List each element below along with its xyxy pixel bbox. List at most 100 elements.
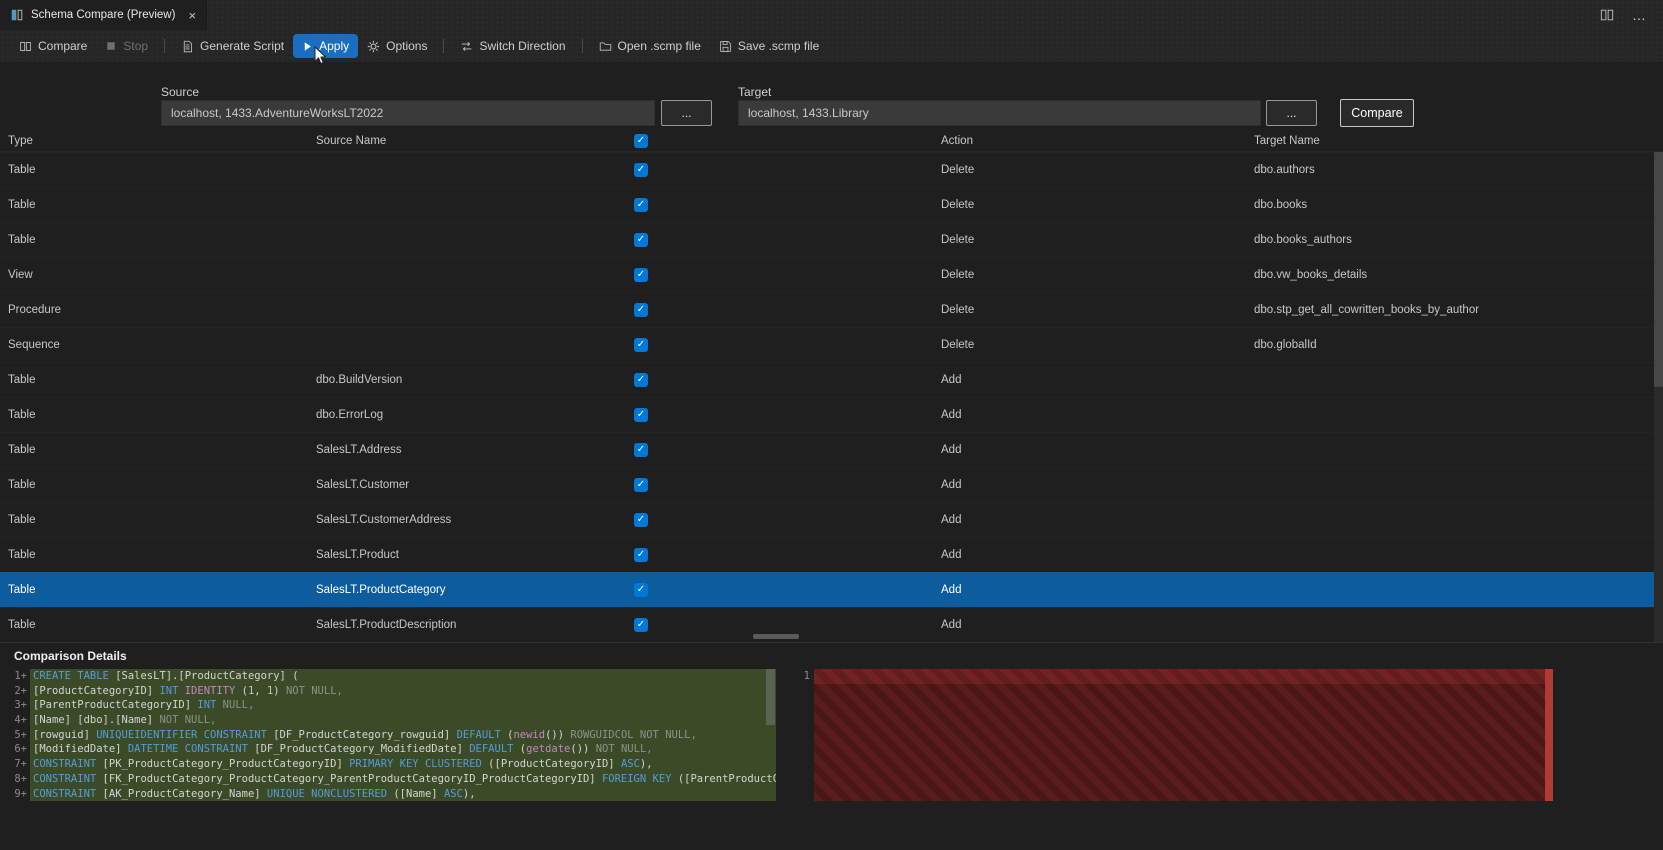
row-source-name: SalesLT.ProductDescription bbox=[316, 619, 457, 631]
checkbox-checked-icon: ✓ bbox=[634, 478, 648, 492]
apply-button[interactable]: Apply bbox=[293, 34, 359, 58]
grid-row[interactable]: Table SalesLT.Address ✓ Add bbox=[0, 432, 1663, 467]
row-include-checkbox[interactable]: ✓ bbox=[616, 548, 666, 562]
row-target-name: dbo.stp_get_all_cowritten_books_by_autho… bbox=[1254, 304, 1480, 316]
row-include-checkbox[interactable]: ✓ bbox=[616, 408, 666, 422]
source-browse-button[interactable]: ... bbox=[661, 100, 712, 126]
grid-row[interactable]: Table SalesLT.ProductCategory ✓ Add bbox=[0, 572, 1663, 607]
row-target-name: dbo.books bbox=[1254, 199, 1308, 211]
generate-script-button[interactable]: Generate Script bbox=[172, 34, 293, 58]
row-include-checkbox[interactable]: ✓ bbox=[616, 338, 666, 352]
save-scmp-button[interactable]: Save .scmp file bbox=[710, 34, 828, 58]
row-action: Delete bbox=[941, 339, 975, 351]
diff-scrollbar-thumb[interactable] bbox=[766, 669, 775, 725]
row-source-name: SalesLT.Address bbox=[316, 444, 402, 456]
vertical-scrollbar-thumb[interactable] bbox=[1654, 152, 1663, 387]
code-line: 6+ [ModifiedDate] DATETIME CONSTRAINT [DF… bbox=[0, 742, 776, 758]
row-action: Delete bbox=[941, 164, 975, 176]
grid-body: Table ✓ Delete dbo.authors Table ✓ Delete dbo.b… bbox=[0, 152, 1663, 642]
open-scmp-button[interactable]: Open .scmp file bbox=[590, 34, 710, 58]
grid-row[interactable]: Table dbo.ErrorLog ✓ Add bbox=[0, 397, 1663, 432]
row-action: Add bbox=[941, 514, 962, 526]
row-include-checkbox[interactable]: ✓ bbox=[616, 513, 666, 527]
checkbox-checked-icon: ✓ bbox=[634, 548, 648, 562]
target-line-number: 1 bbox=[803, 670, 810, 682]
stop-icon bbox=[105, 40, 117, 52]
switch-direction-button[interactable]: Switch Direction bbox=[451, 34, 574, 58]
code-line: 9+ CONSTRAINT [AK_ProductCategory_Name] U… bbox=[0, 786, 776, 802]
more-actions-icon[interactable]: … bbox=[1632, 7, 1647, 23]
row-include-checkbox[interactable]: ✓ bbox=[616, 198, 666, 212]
checkbox-checked-icon: ✓ bbox=[634, 268, 648, 282]
horizontal-scrollbar-thumb[interactable] bbox=[753, 634, 799, 639]
code-line: 8+ CONSTRAINT [FK_ProductCategory_Product… bbox=[14, 771, 776, 787]
compare-button[interactable]: Compare bbox=[10, 34, 96, 58]
row-type: View bbox=[8, 269, 33, 281]
checkbox-checked-icon: ✓ bbox=[634, 338, 648, 352]
close-icon[interactable]: × bbox=[188, 9, 196, 22]
apply-label: Apply bbox=[319, 39, 350, 53]
row-action: Add bbox=[941, 619, 962, 631]
editor-actions: … bbox=[1600, 0, 1663, 30]
grid-row[interactable]: Table SalesLT.CustomerAddress ✓ Add bbox=[0, 502, 1663, 537]
split-editor-icon[interactable] bbox=[1600, 8, 1614, 22]
grid-row[interactable]: Table SalesLT.Product ✓ Add bbox=[0, 537, 1663, 572]
row-target-name: dbo.books_authors bbox=[1254, 234, 1352, 246]
row-include-checkbox[interactable]: ✓ bbox=[616, 373, 666, 387]
grid-row[interactable]: Table ✓ Delete dbo.books bbox=[0, 187, 1663, 222]
select-all-checkbox[interactable]: ✓ bbox=[616, 133, 666, 148]
grid-row[interactable]: Sequence ✓ Delete dbo.globalId bbox=[0, 327, 1663, 362]
checkbox-checked-icon: ✓ bbox=[634, 303, 648, 317]
row-source-name: SalesLT.CustomerAddress bbox=[316, 514, 452, 526]
comparison-details-title: Comparison Details bbox=[14, 649, 127, 663]
open-scmp-label: Open .scmp file bbox=[617, 39, 701, 53]
generate-script-label: Generate Script bbox=[200, 39, 285, 53]
code-line: 7+ CONSTRAINT [PK_ProductCategory_Product… bbox=[0, 757, 776, 772]
grid-row[interactable]: Table ✓ Delete dbo.books_authors bbox=[0, 222, 1663, 257]
target-browse-button[interactable]: ... bbox=[1266, 100, 1317, 126]
switch-direction-icon bbox=[460, 40, 473, 53]
row-type: Table bbox=[8, 199, 36, 211]
row-type: Table bbox=[8, 374, 36, 386]
code-line: 4+ [Name] [dbo].[Name] NOT NULL, bbox=[0, 713, 776, 728]
checkbox-checked-icon: ✓ bbox=[634, 198, 648, 212]
row-source-name: SalesLT.Customer bbox=[316, 479, 410, 491]
grid-row[interactable]: Table dbo.BuildVersion ✓ Add bbox=[0, 362, 1663, 397]
row-action: Add bbox=[941, 374, 962, 386]
checkbox-checked-icon: ✓ bbox=[634, 233, 648, 247]
row-type: Table bbox=[8, 409, 36, 421]
row-include-checkbox[interactable]: ✓ bbox=[616, 303, 666, 317]
toolbar-separator bbox=[443, 39, 445, 53]
grid-row[interactable]: Table SalesLT.ProductDescription ✓ Add bbox=[0, 607, 1663, 642]
header-target-name: Target Name bbox=[1254, 134, 1320, 147]
grid-row[interactable]: View ✓ Delete dbo.vw_books_details bbox=[0, 257, 1663, 292]
row-type: Table bbox=[8, 584, 36, 596]
row-include-checkbox[interactable]: ✓ bbox=[616, 163, 666, 177]
row-include-checkbox[interactable]: ✓ bbox=[616, 478, 666, 492]
code-line: 5+ [rowguid] UNIQUEIDENTIFIER CONSTRAINT … bbox=[0, 727, 776, 743]
folder-open-icon bbox=[599, 40, 612, 53]
row-include-checkbox[interactable]: ✓ bbox=[616, 583, 666, 597]
row-include-checkbox[interactable]: ✓ bbox=[616, 443, 666, 457]
row-action: Delete bbox=[941, 304, 975, 316]
target-input[interactable]: localhost, 1433.Library bbox=[738, 100, 1261, 126]
row-include-checkbox[interactable]: ✓ bbox=[616, 618, 666, 632]
grid-row[interactable]: Table SalesLT.Customer ✓ Add bbox=[0, 467, 1663, 502]
run-compare-button[interactable]: Compare bbox=[1340, 99, 1414, 127]
row-target-name: dbo.authors bbox=[1254, 164, 1315, 176]
checkbox-checked-icon: ✓ bbox=[634, 408, 648, 422]
grid-row[interactable]: Procedure ✓ Delete dbo.stp_get_all_cowritte… bbox=[0, 292, 1663, 327]
stop-button[interactable]: Stop bbox=[96, 34, 157, 58]
code-line: 3+ [ParentProductCategoryID] INT NULL, bbox=[0, 698, 776, 714]
row-target-name: dbo.vw_books_details bbox=[1254, 269, 1368, 281]
tab-schema-compare[interactable]: Schema Compare (Preview) × bbox=[0, 0, 208, 30]
source-input[interactable]: localhost, 1433.AdventureWorksLT2022 bbox=[161, 100, 655, 126]
row-include-checkbox[interactable]: ✓ bbox=[616, 268, 666, 282]
row-include-checkbox[interactable]: ✓ bbox=[616, 233, 666, 247]
row-source-name: SalesLT.ProductCategory bbox=[316, 584, 446, 596]
grid-row[interactable]: Table ✓ Delete dbo.authors bbox=[0, 152, 1663, 187]
row-type: Sequence bbox=[8, 339, 60, 351]
options-button[interactable]: Options bbox=[358, 34, 436, 58]
checkbox-checked-icon: ✓ bbox=[634, 513, 648, 527]
deleted-region-block bbox=[814, 669, 1545, 802]
